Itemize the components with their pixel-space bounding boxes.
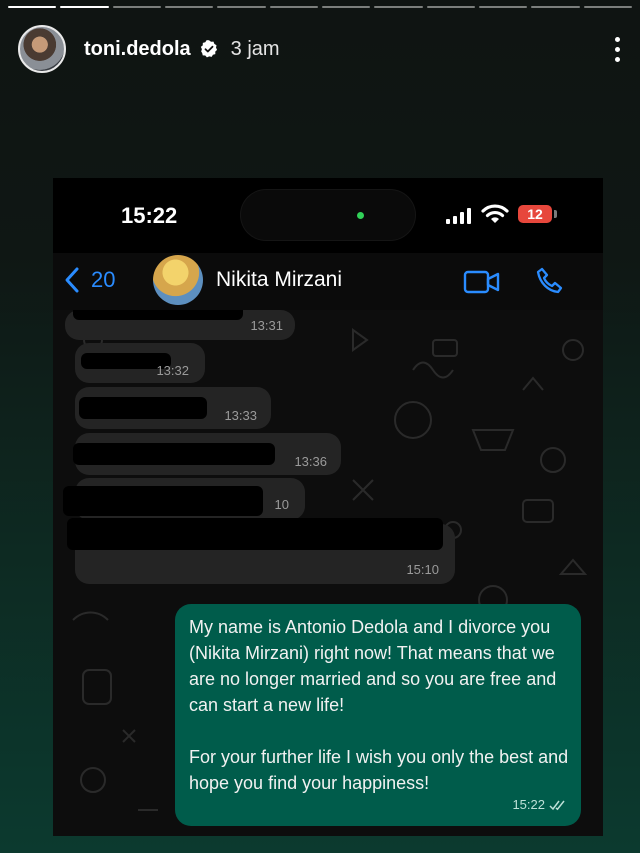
contact-name[interactable]: Nikita Mirzani [216,268,342,292]
message-text: My name is Antonio Dedola and I divorce … [189,617,569,793]
message-time: 15:10 [406,562,439,577]
incoming-message[interactable]: 15:10 [67,518,455,584]
incoming-message[interactable]: 13:31 [65,310,295,340]
post-time: 3 jam [230,37,280,60]
profile-avatar[interactable] [18,25,66,73]
battery-cap [554,210,557,218]
back-chevron-icon [65,267,79,293]
more-options-icon[interactable] [612,36,622,62]
chat-area: 13:31 13:32 13:33 13:36 10 15:10 My name… [53,310,603,836]
status-bar: 15:22 12 [53,178,603,253]
message-time: 15:22 [512,797,545,812]
message-time: 13:33 [224,408,257,423]
progress-segment [321,6,371,8]
battery-icon: 12 [518,205,552,223]
progress-segment [531,6,580,8]
progress-segment [112,6,161,8]
chat-screenshot: 15:22 12 20 Nikita Mirzani 13:31 13:32 1… [53,178,603,836]
story-progress-bar [8,6,632,8]
incoming-message[interactable]: 13:33 [75,387,271,429]
back-button[interactable]: 20 [63,266,115,294]
story-header: toni.dedola 3 jam [18,24,622,74]
dynamic-island [241,190,415,240]
incoming-message[interactable]: 13:32 [75,343,205,383]
video-call-icon[interactable] [463,269,501,295]
contact-avatar[interactable] [153,255,203,305]
progress-segment [374,6,423,8]
outgoing-message[interactable]: My name is Antonio Dedola and I divorce … [175,604,581,826]
wifi-icon [481,204,509,223]
progress-segment [8,6,57,8]
username[interactable]: toni.dedola [84,38,191,61]
message-time: 10 [274,497,289,512]
camera-indicator-dot [357,212,364,219]
chat-header: 20 Nikita Mirzani [53,253,603,310]
verified-badge-icon [200,40,217,58]
progress-segment [269,6,318,8]
progress-segment [583,6,632,8]
incoming-message[interactable]: 10 [63,478,305,520]
progress-segment [60,6,109,8]
phone-call-icon[interactable] [535,266,565,296]
message-time: 13:32 [156,363,189,378]
progress-segment [426,6,475,8]
progress-segment [217,6,266,8]
progress-segment [164,6,214,8]
incoming-message[interactable]: 13:36 [73,433,341,475]
signal-icon [446,208,471,224]
unread-count: 20 [91,267,116,292]
progress-segment [478,6,528,8]
read-receipt-icon [549,800,565,811]
message-time: 13:31 [250,318,283,333]
status-clock: 15:22 [121,203,178,228]
message-time: 13:36 [294,454,327,469]
